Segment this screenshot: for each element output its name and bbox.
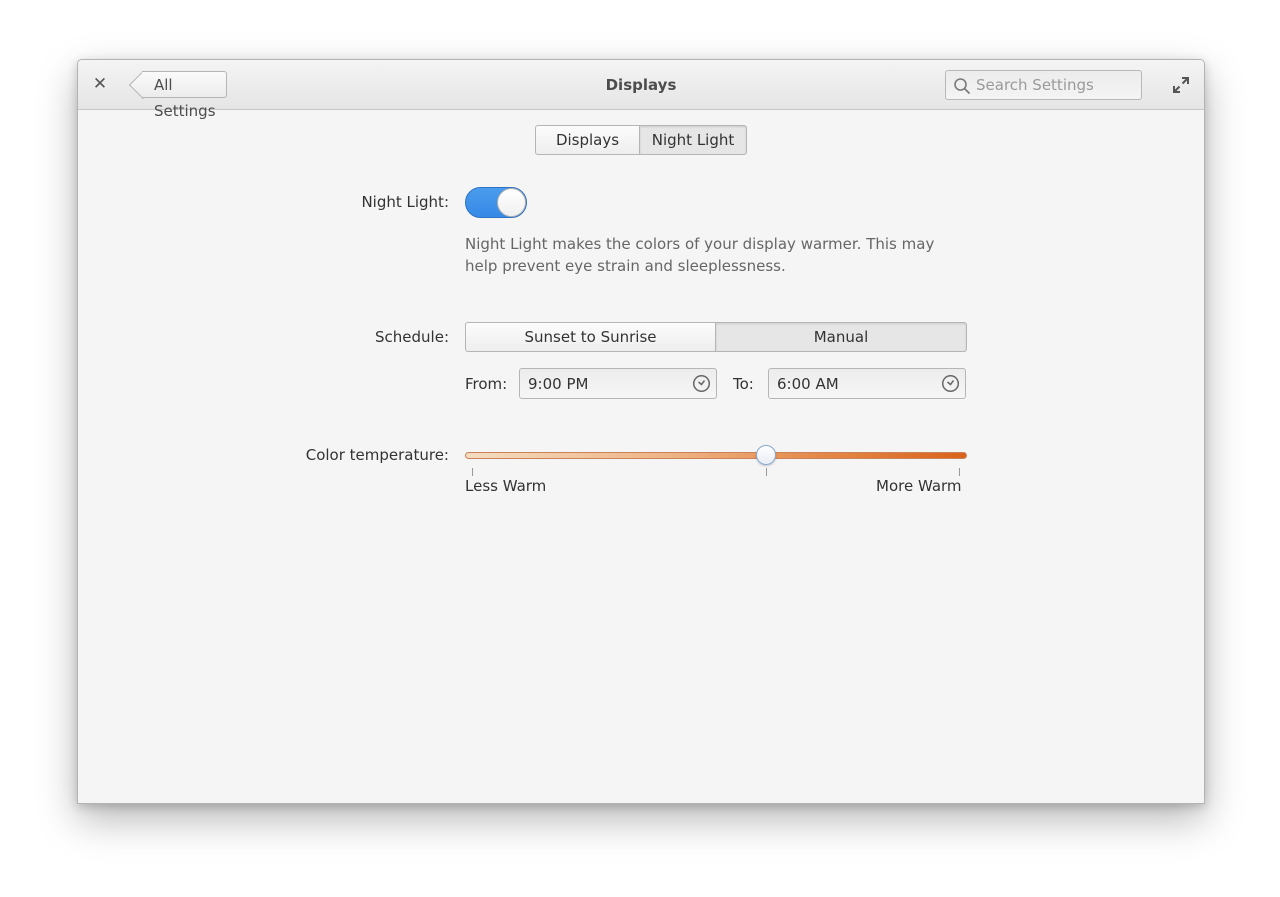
to-time-field[interactable]: [768, 368, 966, 399]
switch-knob: [497, 188, 526, 217]
schedule-option-sunset[interactable]: Sunset to Sunrise: [465, 322, 716, 352]
header-bar: ✕ All Settings Displays: [78, 60, 1204, 120]
from-label: From:: [465, 375, 508, 393]
view-switcher: Displays Night Light: [535, 125, 747, 155]
back-button[interactable]: All Settings: [142, 71, 227, 120]
close-icon: ✕: [92, 74, 108, 94]
to-time-input[interactable]: [777, 369, 927, 398]
main-content: Displays Night Light Night Light: Night …: [78, 110, 1204, 803]
search-input[interactable]: [976, 71, 1136, 99]
slider-tick-current: [766, 468, 767, 476]
search-icon: [954, 78, 970, 94]
clock-icon[interactable]: [941, 374, 960, 393]
to-label: To:: [733, 375, 754, 393]
schedule-mode-switcher: Sunset to Sunrise Manual: [465, 322, 967, 352]
close-button[interactable]: ✕: [90, 74, 110, 94]
tab-displays[interactable]: Displays: [535, 125, 640, 155]
tab-night-light[interactable]: Night Light: [640, 125, 747, 155]
maximize-icon[interactable]: [1171, 75, 1191, 95]
slider-handle[interactable]: [756, 445, 777, 465]
color-temperature-slider[interactable]: [465, 452, 967, 459]
from-time-input[interactable]: [528, 369, 678, 398]
more-warm-label: More Warm: [876, 477, 962, 495]
settings-window: ✕ All Settings Displays Displays Night L…: [77, 59, 1205, 804]
clock-icon[interactable]: [692, 374, 711, 393]
less-warm-label: Less Warm: [465, 477, 547, 495]
night-light-description: Night Light makes the colors of your dis…: [465, 235, 935, 275]
search-field[interactable]: [945, 70, 1142, 100]
schedule-option-manual[interactable]: Manual: [716, 322, 967, 352]
slider-tick-min: [472, 468, 473, 476]
night-light-label: Night Light:: [361, 193, 449, 211]
back-button-label: All Settings: [154, 76, 216, 120]
color-temperature-label: Color temperature:: [305, 446, 449, 464]
slider-tick-max: [959, 468, 960, 476]
from-time-field[interactable]: [519, 368, 717, 399]
schedule-label: Schedule:: [375, 328, 449, 346]
night-light-switch[interactable]: [465, 187, 527, 218]
